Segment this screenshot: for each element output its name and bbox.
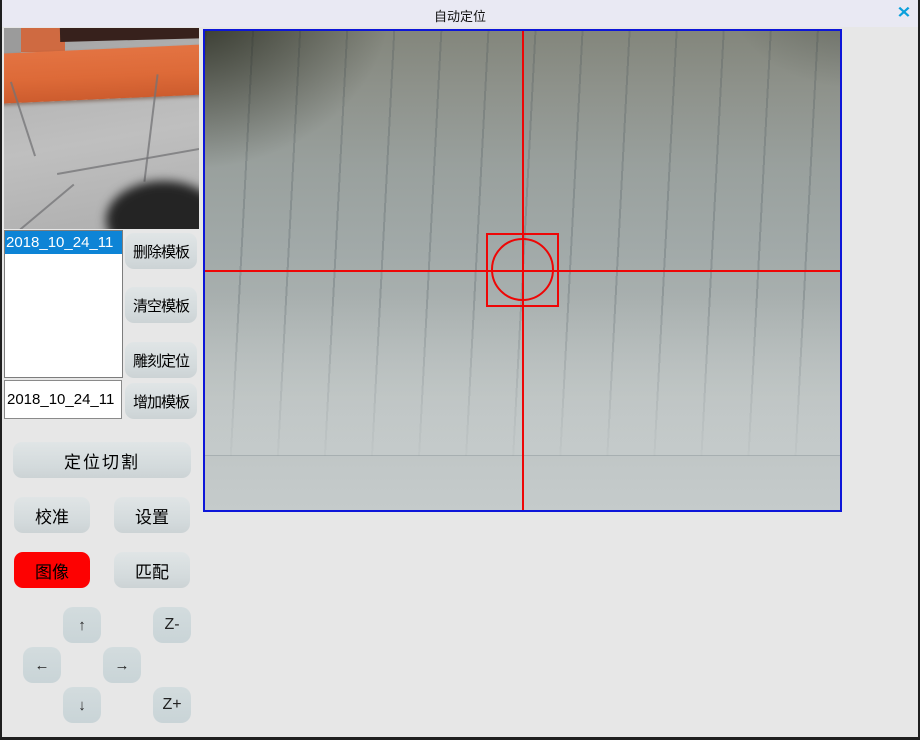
photo-dark-strip — [60, 28, 199, 42]
jog-up-button[interactable]: ↑ — [63, 607, 101, 643]
photo-tile-grout — [20, 184, 75, 229]
photo-tile-grout — [57, 147, 199, 175]
clear-templates-button[interactable]: 清空模板 — [125, 287, 197, 323]
delete-template-button[interactable]: 删除模板 — [125, 233, 197, 269]
jog-left-button[interactable]: ← — [23, 647, 61, 683]
jog-down-button[interactable]: ↓ — [63, 687, 101, 723]
settings-button[interactable]: 设置 — [114, 497, 190, 533]
position-cut-button[interactable]: 定位切割 — [13, 442, 191, 478]
match-region-circle — [491, 238, 554, 301]
jog-z-plus-button[interactable]: Z+ — [153, 687, 191, 723]
auto-position-dialog: 自动定位 ✕ 2018_10_24_11 删除模板 清空模板 雕刻定位 增加模板… — [0, 0, 920, 740]
add-template-button[interactable]: 增加模板 — [125, 383, 197, 419]
jog-right-button[interactable]: → — [103, 647, 141, 683]
camera-view — [203, 29, 842, 512]
titlebar: 自动定位 ✕ — [2, 0, 918, 27]
template-preview-image — [4, 28, 199, 229]
template-list-item[interactable]: 2018_10_24_11 — [5, 231, 122, 254]
photo-orange-block — [21, 28, 65, 52]
calibrate-button[interactable]: 校准 — [14, 497, 90, 533]
photo-gray-corner — [4, 28, 21, 54]
photo-dark-object — [106, 181, 199, 229]
engrave-position-button[interactable]: 雕刻定位 — [125, 342, 197, 378]
match-button[interactable]: 匹配 — [114, 552, 190, 588]
photo-orange-beam — [4, 44, 199, 104]
dialog-title: 自动定位 — [2, 6, 918, 25]
template-list[interactable]: 2018_10_24_11 — [4, 230, 123, 378]
image-button-active[interactable]: 图像 — [14, 552, 90, 588]
jog-z-minus-button[interactable]: Z- — [153, 607, 191, 643]
template-name-input[interactable] — [4, 380, 122, 419]
close-icon[interactable]: ✕ — [897, 4, 911, 22]
